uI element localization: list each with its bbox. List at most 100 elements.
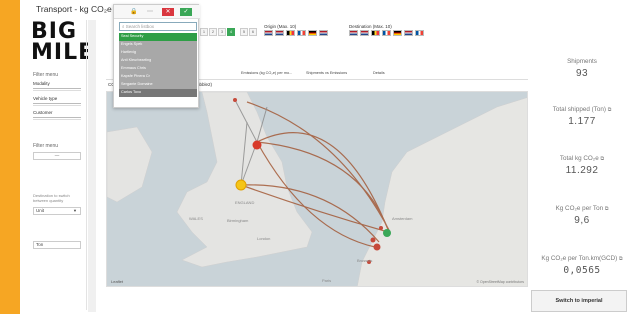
panel-divider [86,20,87,310]
selection-pill[interactable]: 2 [209,28,217,36]
selection-pill[interactable]: 6 [249,28,257,36]
route-node-destination[interactable] [383,229,391,237]
flag-icon[interactable] [297,30,306,36]
place-label-amsterdam: Amsterdam [392,216,413,221]
origin-flags [264,30,328,37]
kpi-label: Kg CO₂e per Ton.km(GCD) [541,255,618,262]
bigmile-logo: BIG MILE [31,21,95,70]
route-node[interactable] [370,237,376,243]
switch-to-imperial-button[interactable]: Switch to imperial [531,290,627,312]
chevron-down-icon: ▼ [73,208,77,213]
flag-icon[interactable] [286,30,295,36]
selection-pill[interactable]: 3 [218,28,226,36]
flag-icon[interactable] [308,30,317,36]
kpi-total-shipped: Total shipped (Ton) ⧉ 1.177 [533,106,631,127]
list-item[interactable]: Emmaus Chris [119,65,197,73]
flag-icon[interactable] [393,30,402,36]
route-node-origin[interactable] [252,140,262,150]
flag-icon[interactable] [404,30,413,36]
kpi-label-row: Kg CO₂e per Ton.km(GCD) ⧉ [533,255,631,262]
list-item[interactable]: Hartlevig [119,49,197,57]
kpi-value: 11.292 [565,165,599,176]
kpi-value: 0,0565 [563,265,601,276]
place-label-england: ENGLAND [235,200,254,205]
accent-strip [0,0,20,314]
route-node[interactable] [379,226,383,230]
tab-emissions-per-month[interactable]: Emissions (kg CO₂e) per mo... [241,71,292,75]
external-link-icon[interactable]: ⧉ [608,107,612,113]
listbox-items: Seal Security Engels Spek Hartlevig Anti… [119,33,197,97]
flag-icon[interactable] [360,30,369,36]
kpi-value: 1.177 [568,116,596,127]
kpi-value: 93 [575,68,589,79]
list-item-selected[interactable]: Seal Security [119,33,197,41]
more-icon[interactable]: ⋯ [144,8,156,16]
place-label-birmingham: Birmingham [227,218,249,223]
ton-field[interactable]: Ton [33,241,81,249]
filter-menu-label: Filter menu [33,72,59,78]
logo-line-2: MILE [31,39,95,65]
map-svg: ENGLAND WALES London Birmingham Amsterda… [107,92,527,286]
place-label-brussels: Brussels [357,258,372,263]
external-link-icon[interactable]: ⧉ [619,256,623,262]
selection-pill[interactable]: 1 [200,28,208,36]
kpi-value: 9,6 [574,215,590,226]
kpi-label-row: Total shipped (Ton) ⧉ [533,106,631,113]
place-label-wales: WALES [189,216,203,221]
selection-pill[interactable]: 5 [240,28,248,36]
flag-icon[interactable] [275,30,284,36]
kpi-label: Shipments [567,58,597,65]
flag-icon[interactable] [264,30,273,36]
kpi-label: Total shipped (Ton) [552,106,606,113]
external-link-icon[interactable]: ⧉ [605,206,609,212]
kpi-co2-per-tonkm: Kg CO₂e per Ton.km(GCD) ⧉ 0,0565 [533,255,631,276]
flag-icon[interactable] [382,30,391,36]
list-item[interactable]: Engels Spek [119,41,197,49]
list-item[interactable]: Kapsfe Pinera Cr [119,73,197,81]
filter-menu-label-2: Filter menu [33,143,59,149]
filter-menu-box[interactable]: — [33,152,81,160]
search-icon: ⌕ [122,24,125,29]
listbox-dropdown: 🔒 ⋯ ✕ ✓ ⌕ Search listbox Seal Security E… [113,4,200,108]
kpi-total-co2: Total kg CO₂e ⧉ 11.292 [533,155,631,176]
lock-icon[interactable]: 🔒 [128,8,140,16]
scroll-strip[interactable] [88,20,96,312]
map-attribution[interactable]: © OpenStreetMap contributors [476,280,524,284]
route-node-selected[interactable] [235,179,247,191]
cancel-selection-button[interactable]: ✕ [162,8,174,16]
list-item[interactable]: Sergante Domaine [119,81,197,89]
map-logo: Leaflet [111,279,124,284]
flag-icon[interactable] [371,30,380,36]
kpi-label: Kg CO₂e per Ton [555,205,604,212]
unit-select[interactable]: Unit ▼ [33,207,81,215]
place-label-paris: Paris [322,278,331,283]
selection-pill-active[interactable]: 4 [227,28,235,36]
kpi-label-row: Kg CO₂e per Ton ⧉ [533,205,631,212]
list-item[interactable]: Carlos Toxo [119,89,197,97]
route-node[interactable] [373,243,381,251]
tab-shipments-vs-emissions[interactable]: Shipments vs Emissions [306,71,347,75]
tab-details[interactable]: Details [373,71,385,75]
kpi-co2-per-ton: Kg CO₂e per Ton ⧉ 9,6 [533,205,631,226]
destination-flags [349,30,424,37]
vehicle-type-filter[interactable]: Vehicle type [33,94,81,106]
external-link-icon[interactable]: ⧉ [601,156,605,162]
route-node[interactable] [233,98,237,102]
unit-select-value: Unit [36,208,45,213]
route-map[interactable]: ENGLAND WALES London Birmingham Amsterda… [106,91,528,287]
modality-filter[interactable]: Modality [33,79,81,91]
listbox-search-input[interactable]: ⌕ Search listbox [119,22,197,31]
place-label-london: London [257,236,270,241]
listbox-toolbar: 🔒 ⋯ ✕ ✓ [114,5,200,19]
destination-note: Destination to switch between quantity [33,193,70,203]
confirm-selection-button[interactable]: ✓ [180,8,192,16]
kpi-label: Total kg CO₂e [559,155,599,162]
customer-filter[interactable]: Customer [33,108,81,120]
list-item[interactable]: Anti Kleurbearting [119,57,197,65]
flag-icon[interactable] [415,30,424,36]
kpi-label-row: Total kg CO₂e ⧉ [533,155,631,162]
destination-label: Destination (Max. 10) [349,24,392,29]
flag-icon[interactable] [319,30,328,36]
flag-icon[interactable] [349,30,358,36]
search-placeholder: Search listbox [125,24,155,29]
